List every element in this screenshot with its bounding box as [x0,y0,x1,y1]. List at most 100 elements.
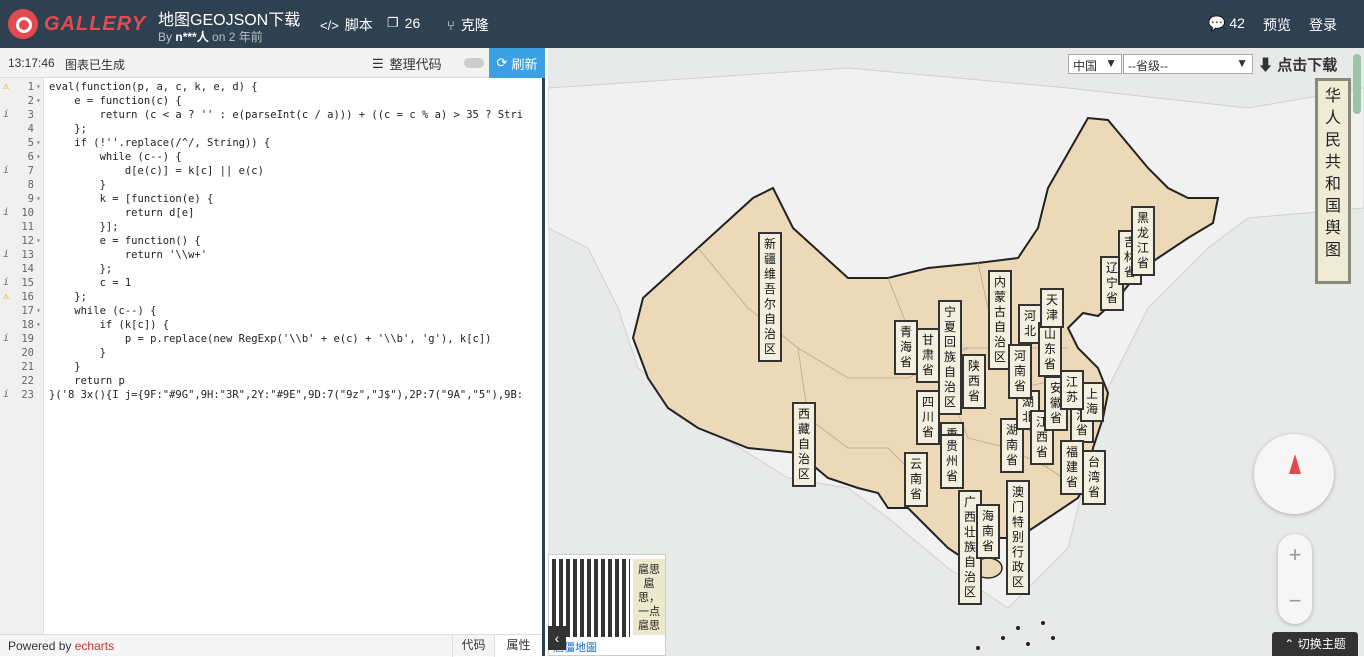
refresh-icon: ⟳ [496,55,508,70]
format-list-icon: ☰ [372,55,384,71]
code-text: }; [49,291,87,303]
code-line[interactable]: 17 ▾ while (c--) { [0,304,542,318]
code-line[interactable]: i 13 return '\\w+' [0,248,542,262]
script-button[interactable]: </> 脚本 [320,15,373,35]
gallery-logo[interactable]: GALLERY [8,8,146,40]
code-line[interactable]: i 7 d[e(c)] = k[c] || e(c) [0,164,542,178]
code-line[interactable]: 2 ▾ e = function(c) { [0,94,542,108]
province-label[interactable]: 四川省 [916,390,940,445]
echarts-link[interactable]: echarts [75,639,114,653]
code-line[interactable]: i 15 c = 1 [0,276,542,290]
info-icon[interactable]: i [3,248,9,262]
province-label-char: 澳 [1011,485,1024,499]
map-preview-panel[interactable]: 中国 ▼ --省级-- ▼ ⬇ 点击下载 华人民共和国舆图 新疆维吾尔自治区西藏… [548,48,1364,656]
fold-toggle-icon[interactable]: ▾ [36,150,41,164]
province-label[interactable]: 云南省 [904,452,928,507]
province-label[interactable]: 新疆维吾尔自治区 [758,232,782,362]
comments-button[interactable]: 💬 42 [1208,15,1245,32]
switch-theme-button[interactable]: ⌃ 切换主题 [1272,632,1358,656]
tab-attributes[interactable]: 属性 [494,635,542,657]
fold-toggle-icon[interactable]: ▾ [36,304,41,318]
code-line[interactable]: 22 return p [0,374,542,388]
auto-refresh-toggle[interactable] [464,58,484,68]
zoom-out-button[interactable]: − [1278,586,1312,616]
info-icon[interactable]: i [3,164,9,178]
info-icon[interactable]: i [3,108,9,122]
preview-link[interactable]: 预览 [1263,15,1291,35]
info-icon[interactable]: i [3,276,9,290]
info-icon[interactable]: i [3,206,9,220]
code-line[interactable]: 12 ▾ e = function() { [0,234,542,248]
code-area[interactable]: ⚠ 1 ▾ eval(function(p, a, c, k, e, d) {2 ▾ e… [0,78,542,634]
fold-toggle-icon[interactable]: ▾ [36,192,41,206]
zoom-in-button[interactable]: + [1278,540,1312,570]
clone-button[interactable]: ⑂ 克隆 [447,15,489,35]
province-label[interactable]: 山东省 [1038,322,1062,377]
province-label[interactable]: 青海省 [894,320,918,375]
code-line[interactable]: 11 }]; [0,220,542,234]
warning-icon[interactable]: ⚠ [3,290,9,304]
refresh-button[interactable]: ⟳ 刷新 [489,48,545,78]
code-line[interactable]: 6 ▾ while (c--) { [0,150,542,164]
province-label[interactable]: 澳门特别行政区 [1006,480,1030,595]
line-number: 3 [27,109,34,121]
province-label-char: 古 [993,305,1006,319]
province-label-char: 西 [967,374,980,388]
country-select[interactable]: 中国 ▼ [1068,54,1122,74]
code-line[interactable]: 14 }; [0,262,542,276]
code-line[interactable]: ⚠ 16 }; [0,290,542,304]
info-icon[interactable]: i [3,388,9,402]
map-scrollbar[interactable] [1353,54,1361,114]
fold-toggle-icon[interactable]: ▾ [36,94,41,108]
province-label[interactable]: 台湾省 [1082,450,1106,505]
province-label[interactable]: 河南省 [1008,344,1032,399]
province-label[interactable]: 贵州省 [940,434,964,489]
province-select[interactable]: --省级-- ▼ [1123,54,1253,74]
code-line[interactable]: 18 ▾ if (k[c]) { [0,318,542,332]
province-label-char: 江 [1136,241,1149,255]
province-label-char: 治 [963,570,976,584]
province-label[interactable]: 陕西省 [962,354,986,409]
fold-toggle-icon[interactable]: ▾ [36,136,41,150]
download-button[interactable]: ⬇ 点击下载 [1258,54,1337,75]
fold-toggle-icon[interactable]: ▾ [36,80,41,94]
build-status: 图表已生成 [65,58,126,72]
prc-title-banner: 华人民共和国舆图 [1315,78,1351,284]
code-line[interactable]: 20 } [0,346,542,360]
code-line[interactable]: 8 } [0,178,542,192]
code-line[interactable]: 21 } [0,360,542,374]
code-text: while (c--) { [49,151,182,163]
info-icon[interactable]: i [3,332,9,346]
province-label-char: 州 [945,454,958,468]
province-label[interactable]: 天津 [1040,288,1064,328]
code-line[interactable]: 4 }; [0,122,542,136]
fold-toggle-icon[interactable]: ▾ [36,234,41,248]
forks-button[interactable]: ❐ 26 [387,15,420,31]
warning-icon[interactable]: ⚠ [3,80,9,94]
code-line[interactable]: i 10 return d[e] [0,206,542,220]
code-line[interactable]: i 3 return (c < a ? '' : e(parseInt(c / a… [0,108,542,122]
province-label[interactable]: 西藏自治区 [792,402,816,487]
code-line[interactable]: 9 ▾ k = [function(e) { [0,192,542,206]
province-label[interactable]: 海南省 [976,504,1000,559]
tab-code[interactable]: 代码 [452,635,494,657]
login-link[interactable]: 登录 [1309,15,1337,35]
code-text: return '\\w+' [49,249,208,261]
code-line[interactable]: ⚠ 1 ▾ eval(function(p, a, c, k, e, d) { [0,80,542,94]
code-line[interactable]: 5 ▾ if (!''.replace(/^/, String)) { [0,136,542,150]
author-link[interactable]: n***人 [175,30,208,44]
collapse-left-icon[interactable]: ‹ [548,626,566,650]
code-line[interactable]: i 23}('8 3x(){I j={9F:"#9G",9H:"3R",2Y:"#… [0,388,542,402]
compass-control[interactable] [1254,434,1334,514]
province-label[interactable]: 宁夏回族自治区 [938,300,962,415]
fold-toggle-icon[interactable]: ▾ [36,318,41,332]
code-line[interactable]: i 19 p = p.replace(new RegExp('\\b' + e(c… [0,332,542,346]
province-label[interactable]: 江苏 [1060,370,1084,410]
line-number: 12 [21,235,34,247]
province-label-char: 疆 [763,252,776,266]
province-label[interactable]: 甘肃省 [916,328,940,383]
format-code-button[interactable]: ☰ 整理代码 [372,54,442,73]
province-label-char: 省 [1049,411,1062,425]
province-label[interactable]: 黑龙江省 [1131,206,1155,276]
province-label[interactable]: 福建省 [1060,440,1084,495]
